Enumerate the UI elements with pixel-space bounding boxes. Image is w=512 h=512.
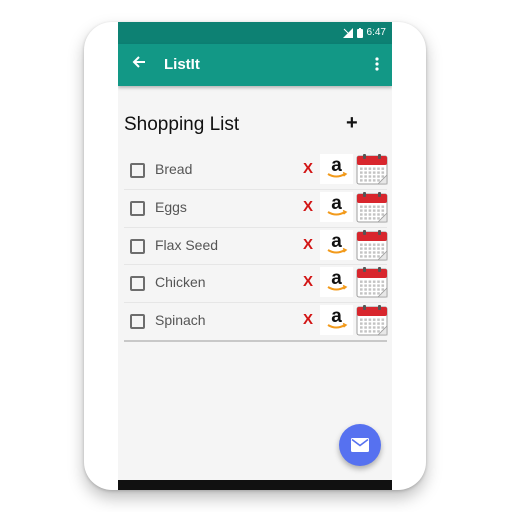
item-checkbox[interactable]	[130, 238, 145, 254]
item-label: Bread	[155, 161, 193, 177]
item-checkbox[interactable]	[130, 163, 145, 178]
calendar-icon[interactable]	[356, 229, 388, 261]
device-frame: 6:47 ListIt Shopping List + Bread X a Eg…	[84, 22, 426, 490]
status-bar: 6:47	[118, 22, 392, 44]
navigation-bar	[118, 480, 392, 490]
svg-text:a: a	[331, 306, 342, 327]
item-checkbox[interactable]	[130, 200, 145, 216]
list-item: Flax Seed X a	[124, 228, 388, 266]
add-item-button[interactable]: +	[346, 112, 358, 135]
item-label: Flax Seed	[155, 236, 219, 253]
item-label: Chicken	[155, 274, 206, 291]
svg-text:a: a	[331, 155, 342, 176]
delete-item-button[interactable]: X	[303, 236, 313, 253]
svg-text:a: a	[331, 193, 342, 214]
list-item: Spinach X a	[124, 303, 388, 340]
delete-item-button[interactable]: X	[303, 311, 313, 328]
email-fab-button[interactable]	[339, 424, 381, 466]
item-label: Spinach	[155, 312, 206, 329]
calendar-icon[interactable]	[356, 153, 388, 185]
app-bar: ListIt	[118, 44, 392, 86]
delete-item-button[interactable]: X	[303, 160, 313, 177]
list-item: Eggs X a	[124, 190, 388, 228]
amazon-icon[interactable]: a	[320, 191, 353, 222]
more-vert-icon[interactable]	[372, 54, 382, 74]
signal-icon	[342, 27, 353, 38]
delete-item-button[interactable]: X	[303, 198, 313, 215]
status-time: 6:47	[366, 27, 386, 38]
item-checkbox[interactable]	[130, 314, 145, 330]
item-checkbox[interactable]	[130, 276, 145, 292]
amazon-icon[interactable]: a	[320, 305, 353, 336]
back-arrow-icon[interactable]	[132, 54, 146, 74]
amazon-icon[interactable]: a	[320, 154, 353, 184]
shopping-list: Bread X a Eggs X a Flax Seed X a Chicken…	[124, 152, 388, 342]
delete-item-button[interactable]: X	[303, 273, 313, 290]
calendar-icon[interactable]	[356, 191, 388, 223]
list-item: Chicken X a	[124, 265, 388, 304]
calendar-icon[interactable]	[356, 304, 388, 336]
amazon-icon[interactable]: a	[320, 229, 353, 260]
item-label: Eggs	[155, 198, 187, 215]
list-item: Bread X a	[124, 152, 388, 190]
battery-icon	[356, 27, 363, 38]
svg-text:a: a	[331, 268, 342, 289]
status-icons: 6:47	[342, 27, 386, 38]
svg-text:a: a	[331, 231, 342, 252]
list-title: Shopping List	[124, 114, 240, 135]
app-screen: 6:47 ListIt Shopping List + Bread X a Eg…	[118, 22, 392, 490]
email-icon	[351, 438, 369, 452]
calendar-icon[interactable]	[356, 266, 388, 298]
amazon-icon[interactable]: a	[320, 267, 353, 298]
app-title: ListIt	[164, 56, 200, 73]
